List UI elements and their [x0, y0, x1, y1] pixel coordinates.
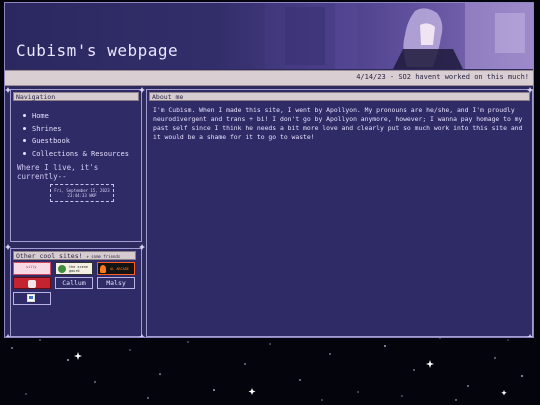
header-banner: Cubism's webpage — [5, 3, 533, 69]
nav-list: Home Shrines Guestbook Collections & Res… — [17, 110, 129, 160]
site-title: Cubism's webpage — [16, 41, 179, 60]
about-text: I'm Cubism. When I made this site, I wen… — [153, 106, 523, 141]
flame-icon — [100, 265, 106, 273]
navigation-panel: Navigation Home Shrines Guestbook Collec… — [10, 89, 142, 242]
site-button-silly[interactable]: silly — [13, 262, 51, 275]
nav-item-guestbook[interactable]: Guestbook — [17, 135, 129, 148]
other-sites-panel: Other cool sites! + some friends silly t… — [10, 248, 142, 337]
nav-item-label: Guestbook — [32, 137, 70, 145]
site-button-malsy[interactable]: Malsy — [97, 277, 135, 289]
bullet-icon — [23, 139, 26, 142]
site-button-text: silly — [26, 265, 37, 269]
starfield-background — [0, 330, 540, 405]
nav-item-collections[interactable]: Collections & Resources — [17, 148, 129, 161]
figure-icon — [28, 280, 36, 288]
other-sites-heading: Other cool sites! — [16, 252, 83, 260]
gourd-icon — [58, 265, 66, 273]
site-button-arcade[interactable]: AL ARCADE — [97, 262, 135, 275]
nav-item-label: Home — [32, 112, 49, 120]
other-sites-title: Other cool sites! + some friends — [13, 251, 136, 260]
site-button-scene-gourd[interactable]: the scene gourd — [55, 262, 93, 275]
bullet-icon — [23, 126, 26, 130]
broken-image-icon — [27, 294, 35, 302]
navigation-panel-title: Navigation — [13, 92, 139, 101]
about-panel-title: About me — [149, 92, 530, 101]
site-button-callum[interactable]: Callum — [55, 277, 93, 289]
nav-item-home[interactable]: Home — [17, 110, 129, 123]
nav-item-label: Collections & Resources — [32, 149, 129, 158]
clock-time: 23:44:33 WKP — [67, 193, 97, 198]
site-button-red-art[interactable] — [13, 277, 51, 289]
nav-item-label: Shrines — [32, 124, 62, 133]
marquee-text: 4/14/23 - SO2 havent worked on this much… — [356, 73, 529, 81]
bullet-icon — [23, 114, 26, 117]
clock-widget: Fri, September 15, 2023 23:44:33 WKP — [50, 184, 114, 202]
header-anime-art — [265, 3, 533, 69]
bullet-icon — [23, 151, 26, 155]
about-panel: About me I'm Cubism. When I made this si… — [146, 89, 533, 337]
nav-item-shrines[interactable]: Shrines — [17, 123, 129, 136]
other-sites-subtitle: + some friends — [86, 254, 121, 259]
site-frame: Cubism's webpage 4/14/23 - SO2 havent wo… — [4, 2, 534, 338]
site-button-broken[interactable] — [13, 292, 51, 305]
marquee-banner: 4/14/23 - SO2 havent worked on this much… — [5, 70, 533, 86]
location-text: Where I live, it's currently-- — [17, 163, 99, 181]
